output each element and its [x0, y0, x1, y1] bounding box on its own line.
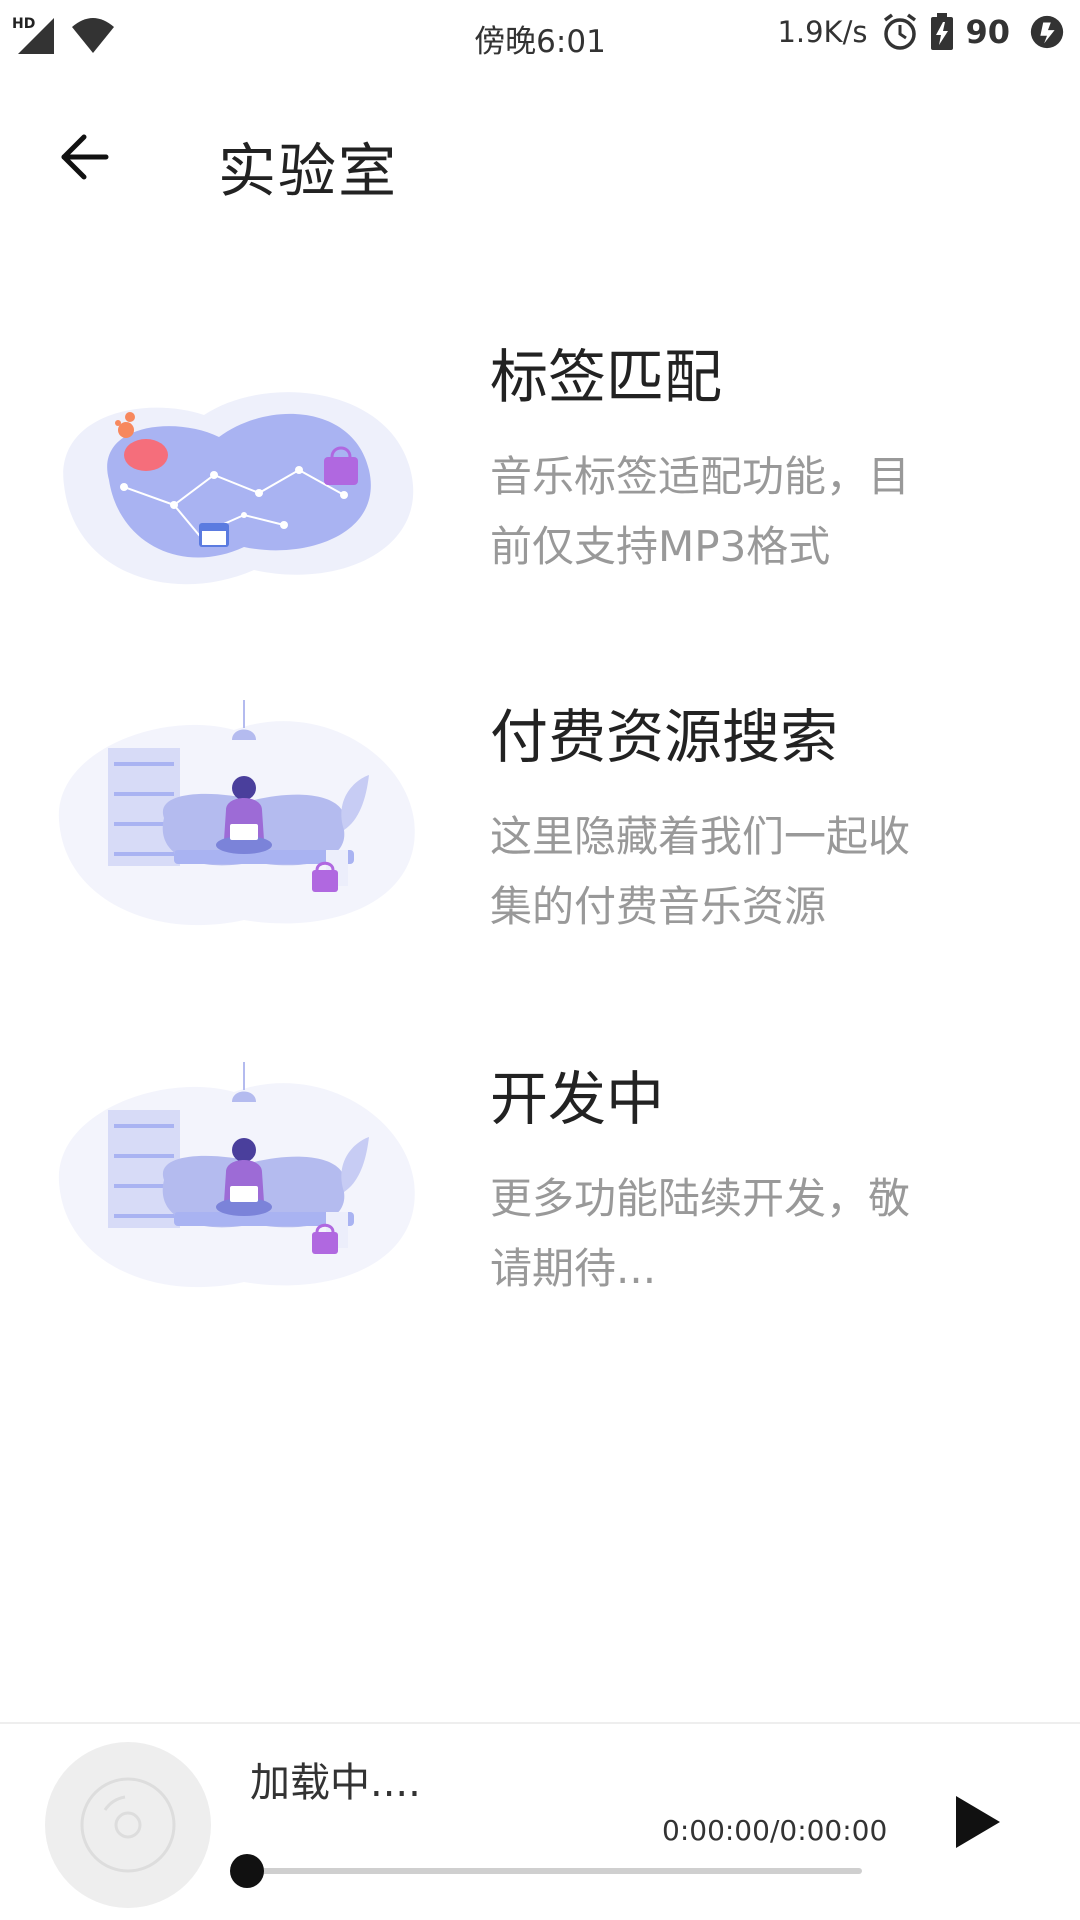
constellation-illustration — [63, 392, 414, 585]
progress-track[interactable] — [246, 1868, 862, 1874]
card-description-line: 音乐标签适配功能，目 — [490, 452, 911, 501]
playback-time: 0:00:00/0:00:00 — [662, 1814, 888, 1847]
arrow-left-icon — [61, 134, 109, 180]
disc-icon[interactable] — [45, 1742, 211, 1908]
card-paid-resource-search[interactable]: 付费资源搜索 这里隐藏着我们一起收 集的付费音乐资源 — [0, 690, 1080, 990]
card-tag-match[interactable]: 标签匹配 音乐标签适配功能，目 前仅支持MP3格式 — [0, 330, 1080, 630]
card-description-line: 更多功能陆续开发，敬 — [490, 1174, 911, 1223]
status-bar: HD 傍晚6:01 1.9K/s 90 — [0, 0, 1080, 72]
card-title: 开发中 — [490, 1065, 665, 1133]
status-right: 1.9K/s 90 — [777, 12, 1066, 52]
battery-level: 90 — [965, 13, 1010, 51]
card-description: 这里隐藏着我们一起收 集的付费音乐资源 — [490, 802, 990, 942]
card-description-line: 这里隐藏着我们一起收 — [490, 812, 911, 861]
card-description-line: 集的付费音乐资源 — [490, 882, 827, 931]
card-title: 标签匹配 — [490, 343, 723, 411]
card-description: 音乐标签适配功能，目 前仅支持MP3格式 — [490, 442, 990, 582]
reading-person-illustration — [58, 1062, 415, 1288]
card-description: 更多功能陆续开发，敬 请期待... — [490, 1164, 990, 1304]
card-in-development[interactable]: 开发中 更多功能陆续开发，敬 请期待... — [0, 1052, 1080, 1352]
battery-charging-icon — [931, 13, 954, 50]
back-button[interactable] — [50, 122, 120, 192]
progress-thumb[interactable] — [230, 1854, 264, 1888]
song-title: 加载中.... — [250, 1760, 421, 1806]
page-title: 实验室 — [218, 137, 399, 205]
net-speed: 1.9K/s — [777, 15, 868, 49]
card-description-line: 请期待... — [490, 1244, 657, 1293]
app-notification-icon — [1030, 15, 1064, 49]
alarm-icon — [884, 13, 917, 50]
card-title: 付费资源搜索 — [490, 703, 839, 771]
reading-person-illustration — [58, 700, 415, 926]
card-description-line: 前仅支持MP3格式 — [490, 522, 831, 571]
app-header: 实验室 — [0, 100, 1080, 220]
play-icon[interactable] — [950, 1792, 1006, 1852]
mini-player[interactable]: 加载中.... 0:00:00/0:00:00 — [0, 1722, 1080, 1920]
